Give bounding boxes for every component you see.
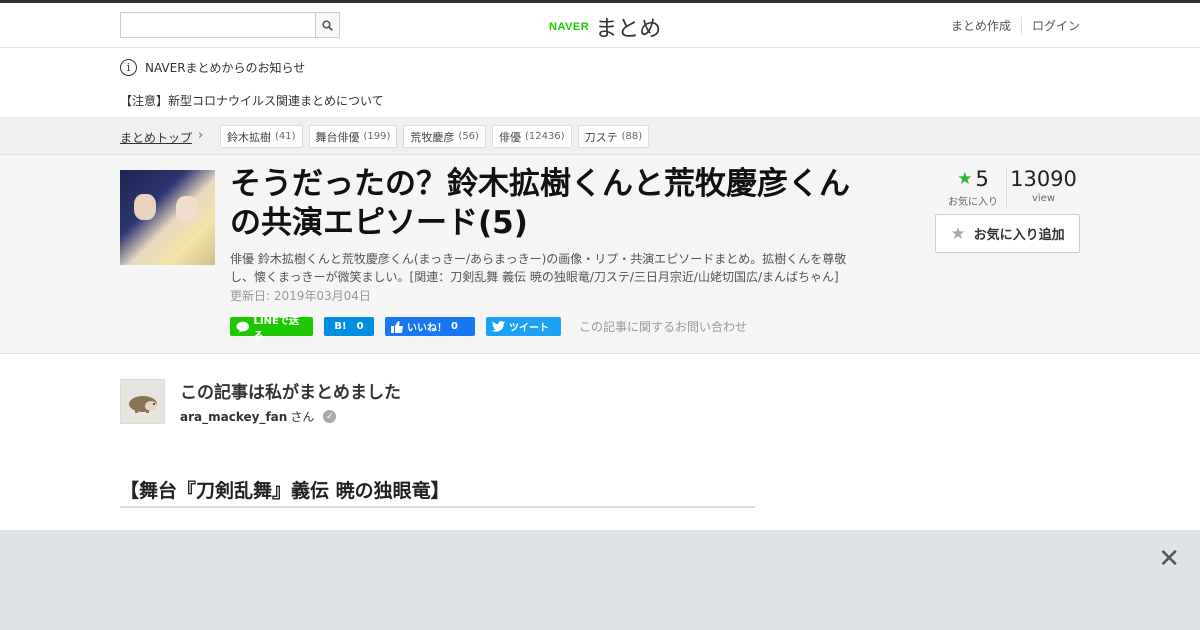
inquiry-link[interactable]: この記事に関するお問い合わせ xyxy=(579,318,747,335)
author-suffix: さん xyxy=(290,410,315,424)
views-stat: 13090 view xyxy=(1006,167,1080,208)
avatar[interactable] xyxy=(120,379,165,424)
search-input[interactable] xyxy=(120,12,315,38)
thumbs-up-icon xyxy=(391,320,403,333)
favorites-stat: ★ 5 お気に入り xyxy=(940,167,1006,208)
updated-date: 更新日: 2019年03月04日 xyxy=(230,289,371,303)
article-title: そうだったの？鈴木拡樹くんと荒牧慶彦くんの共演エピソード(5) xyxy=(230,166,850,241)
favorites-count: 5 xyxy=(975,167,989,191)
header-links: まとめ作成 ログイン xyxy=(941,17,1080,34)
tag-aramaki[interactable]: 荒牧慶彦 (56) xyxy=(403,125,486,148)
facebook-like-label: いいね！ xyxy=(407,323,447,334)
line-share-label: LINEで送る xyxy=(253,315,299,342)
tweet-button[interactable]: ツイート xyxy=(486,317,561,336)
tag-stage-actor[interactable]: 舞台俳優 (199) xyxy=(308,125,398,148)
search-button[interactable] xyxy=(315,12,340,38)
hatena-count: 0 xyxy=(356,321,364,332)
tag-list: 鈴木拡樹 (41) 舞台俳優 (199) 荒牧慶彦 (56) 俳優 (12436) 刀ス… xyxy=(220,125,650,148)
views-count: 13090 xyxy=(1010,167,1077,191)
tag-label: 荒牧慶彦 xyxy=(410,130,455,144)
logo-product: まとめ xyxy=(595,17,662,42)
thumbnail-face-left xyxy=(134,194,156,220)
site-header: NAVER まとめ まとめ作成 ログイン xyxy=(0,3,1200,48)
search-box xyxy=(120,12,340,38)
thumbnail-face-right xyxy=(176,196,198,222)
tag-label: 俳優 xyxy=(498,130,521,144)
hatena-icon: B! xyxy=(334,321,347,332)
author-heading: この記事は私がまとめました xyxy=(180,383,401,403)
notice-item-link[interactable]: 【注意】新型コロナウイルス関連まとめについて xyxy=(120,92,384,109)
chevron-right-icon: › xyxy=(198,128,204,143)
line-share-button[interactable]: LINEで送る xyxy=(230,316,313,342)
favorites-label: お気に入り xyxy=(948,197,998,208)
notice-area: i NAVERまとめからのお知らせ 【注意】新型コロナウイルス関連まとめについて xyxy=(0,48,1200,118)
star-outline-icon: ★ xyxy=(950,223,966,244)
verified-check-icon: ✓ xyxy=(323,410,337,423)
line-icon xyxy=(236,321,250,333)
tag-actor[interactable]: 俳優 (12436) xyxy=(491,125,572,148)
author-section: この記事は私がまとめました ara_mackey_fan さん ✓ xyxy=(0,354,1200,454)
tag-label: 鈴木拡樹 xyxy=(227,130,271,144)
tag-count: (12436) xyxy=(524,131,565,142)
login-link[interactable]: ログイン xyxy=(1020,17,1080,34)
site-logo[interactable]: NAVER まとめ xyxy=(549,11,661,43)
hatena-bookmark-button[interactable]: B! 0 xyxy=(324,317,374,336)
tag-label: 舞台俳優 xyxy=(315,130,360,144)
tag-count: (56) xyxy=(458,131,479,142)
tweet-label: ツイート xyxy=(509,323,549,334)
twitter-bird-icon xyxy=(492,321,505,332)
create-matome-link[interactable]: まとめ作成 xyxy=(941,17,1021,34)
author-name: ara_mackey_fan xyxy=(180,409,288,424)
article-stats: ★ 5 お気に入り 13090 view xyxy=(940,167,1080,208)
views-label: view xyxy=(1031,193,1056,204)
author-name-link[interactable]: ara_mackey_fan さん ✓ xyxy=(180,408,337,425)
breadcrumb: まとめトップ › 鈴木拡樹 (41) 舞台俳優 (199) 荒牧慶彦 (56) 俳優(… xyxy=(0,118,1200,155)
breadcrumb-top-link[interactable]: まとめトップ xyxy=(120,129,192,146)
tag-count: (41) xyxy=(275,131,296,142)
tag-tousute[interactable]: 刀ステ (88) xyxy=(577,125,650,148)
notice-title: NAVERまとめからのお知らせ xyxy=(145,61,306,75)
add-favorite-button[interactable]: ★ お気に入り追加 xyxy=(935,214,1080,253)
facebook-like-button[interactable]: いいね！ 0 xyxy=(385,317,475,336)
tag-count: (88) xyxy=(621,131,643,142)
search-icon xyxy=(322,19,333,31)
article-thumbnail xyxy=(120,170,215,265)
tag-count: (199) xyxy=(363,131,391,142)
tag-label: 刀ステ xyxy=(584,130,618,144)
star-icon: ★ xyxy=(957,169,973,189)
facebook-like-count: 0 xyxy=(451,321,458,332)
section-heading: 【舞台『刀剣乱舞』義伝 暁の独眼竜】 xyxy=(120,476,755,508)
notice-header: i NAVERまとめからのお知らせ xyxy=(120,59,305,76)
add-favorite-label: お気に入り追加 xyxy=(973,228,1065,243)
info-icon: i xyxy=(120,59,137,76)
article-header: そうだったの？鈴木拡樹くんと荒牧慶彦くんの共演エピソード(5) 俳優 鈴木拡樹く… xyxy=(0,155,1200,354)
article-description: 俳優 鈴木拡樹くんと荒牧慶彦くん(まっきー/あらまっきー)の画像・リプ・共演エピ… xyxy=(230,252,847,284)
ad-banner: ✕ xyxy=(0,530,1200,630)
hedgehog-icon xyxy=(128,395,157,413)
tag-suzuki[interactable]: 鈴木拡樹 (41) xyxy=(220,125,303,148)
logo-brand: NAVER xyxy=(549,21,590,33)
close-icon[interactable]: ✕ xyxy=(1158,546,1180,572)
share-buttons: LINEで送る B! 0 いいね！ 0 ツイート この記事に関するお問い合わせ xyxy=(230,316,747,342)
